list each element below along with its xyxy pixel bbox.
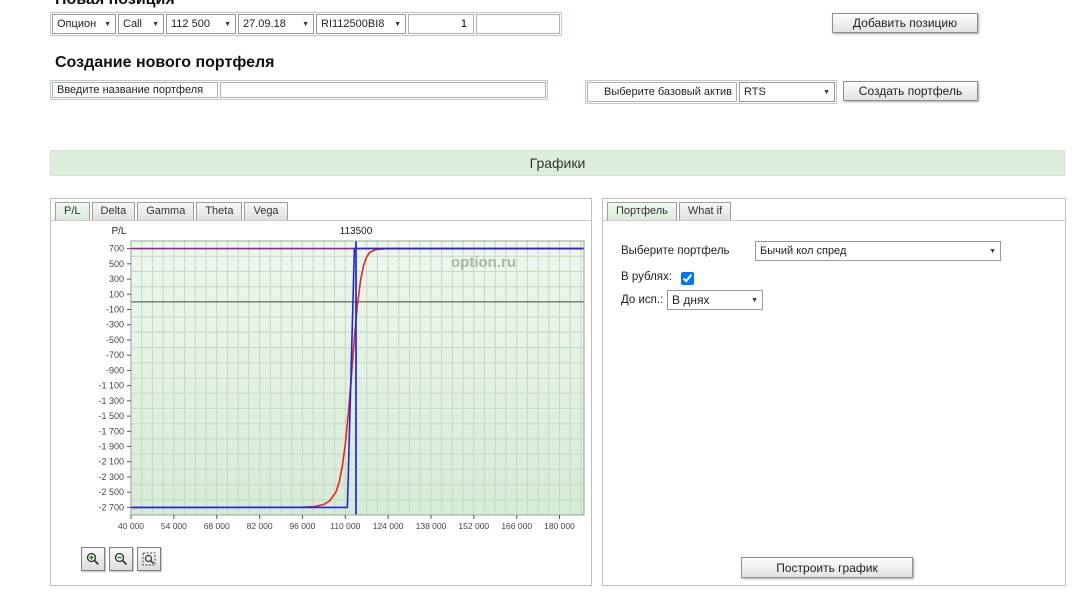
svg-text:68 000: 68 000	[204, 521, 230, 531]
option-code-select[interactable]: RI112500BI8 ▼	[316, 14, 406, 34]
base-asset-label: Выберите базовый актив	[587, 82, 737, 102]
svg-text:700: 700	[109, 244, 124, 254]
svg-text:-100: -100	[106, 305, 124, 315]
charts-section-header: Графики	[50, 150, 1065, 176]
svg-text:152 000: 152 000	[458, 521, 489, 531]
svg-text:-900: -900	[106, 365, 124, 375]
call-put-select[interactable]: Call ▼	[118, 14, 164, 34]
option-type-select[interactable]: Опцион ▼	[52, 14, 116, 34]
svg-text:-2 300: -2 300	[98, 472, 124, 482]
portfolio-name-input[interactable]	[225, 83, 541, 97]
svg-text:-1 700: -1 700	[98, 426, 124, 436]
chevron-down-icon: ▼	[224, 20, 231, 28]
svg-text:-2 500: -2 500	[98, 487, 124, 497]
svg-text:300: 300	[109, 274, 124, 284]
days-select[interactable]: В днях ▼	[667, 290, 763, 310]
chevron-down-icon: ▼	[823, 88, 830, 96]
chevron-down-icon: ▼	[989, 247, 996, 255]
zoom-selection-icon	[142, 552, 156, 566]
zoom-in-button[interactable]	[81, 547, 105, 571]
zoom-toolbar	[81, 547, 161, 571]
portfolio-name-label: Введите название портфеля	[52, 82, 218, 98]
portfolio-tabs: Портфель What if	[603, 199, 1065, 221]
chevron-down-icon: ▼	[751, 296, 758, 304]
svg-text:500: 500	[109, 259, 124, 269]
chevron-down-icon: ▼	[104, 20, 111, 28]
option-code-value: RI112500BI8	[321, 18, 385, 30]
option-type-value: Опцион	[57, 18, 97, 30]
portfolio-name-row: Введите название портфеля	[50, 80, 548, 100]
zoom-selection-button[interactable]	[137, 547, 161, 571]
svg-text:82 000: 82 000	[247, 521, 273, 531]
rubles-label: В рублях:	[621, 271, 672, 283]
svg-text:P/L: P/L	[111, 226, 126, 237]
portfolio-name-cell	[220, 82, 546, 98]
portfolio-select-value: Бычий кол спред	[760, 245, 847, 257]
tab-delta[interactable]: Delta	[91, 202, 136, 220]
pl-chart[interactable]: 700 500 300 100 -100 -300 -500 -700 -900 -1 100 -1…	[53, 221, 590, 541]
svg-text:96 000: 96 000	[289, 521, 315, 531]
portfolio-select[interactable]: Бычий кол спред ▼	[755, 241, 1001, 261]
svg-text:-1 500: -1 500	[98, 411, 124, 421]
svg-text:110 000: 110 000	[330, 521, 360, 531]
zoom-in-icon	[86, 552, 100, 566]
add-position-button[interactable]: Добавить позицию	[832, 13, 978, 33]
svg-text:-1 100: -1 100	[98, 381, 124, 391]
svg-text:100: 100	[109, 289, 124, 299]
chevron-down-icon: ▼	[302, 20, 309, 28]
quantity-input[interactable]	[413, 17, 469, 31]
svg-text:-500: -500	[106, 335, 124, 345]
new-position-title: Новая позиция	[55, 0, 175, 9]
tab-pl[interactable]: P/L	[55, 202, 90, 220]
days-label: До исп.:	[621, 294, 664, 306]
chart-panel: P/L Delta Gamma Theta Vega 700 500 300 100 -…	[50, 198, 592, 586]
svg-text:124 000: 124 000	[373, 521, 404, 531]
svg-text:-2 700: -2 700	[98, 502, 124, 512]
svg-text:-300: -300	[106, 320, 124, 330]
expiry-date-value: 27.09.18	[243, 18, 286, 30]
svg-text:option.ru: option.ru	[451, 254, 516, 271]
tab-gamma[interactable]: Gamma	[137, 202, 195, 220]
tab-portfolio[interactable]: Портфель	[607, 202, 677, 220]
strike-select[interactable]: 112 500 ▼	[166, 14, 236, 34]
svg-text:166 000: 166 000	[501, 521, 532, 531]
svg-text:-2 100: -2 100	[98, 457, 124, 467]
page: Новая позиция Опцион ▼ Call ▼ 112 500 ▼ …	[0, 0, 1080, 597]
expiry-date-select[interactable]: 27.09.18 ▼	[238, 14, 314, 34]
tab-vega[interactable]: Vega	[244, 202, 288, 220]
chart-tabs: P/L Delta Gamma Theta Vega	[51, 199, 591, 221]
base-asset-select[interactable]: RTS ▼	[739, 82, 835, 102]
base-asset-row: Выберите базовый актив RTS ▼	[585, 80, 837, 104]
new-position-row: Опцион ▼ Call ▼ 112 500 ▼ 27.09.18 ▼ RI1…	[50, 12, 562, 36]
create-portfolio-button[interactable]: Создать портфель	[843, 81, 978, 101]
svg-text:40 000: 40 000	[118, 521, 144, 531]
chevron-down-icon: ▼	[394, 20, 401, 28]
tab-theta[interactable]: Theta	[196, 202, 243, 220]
svg-text:-1 900: -1 900	[98, 442, 124, 452]
chevron-down-icon: ▼	[152, 20, 159, 28]
quantity-cell	[408, 14, 474, 34]
portfolio-panel: Портфель What if Выберите портфель Бычий…	[602, 198, 1066, 586]
svg-text:180 000: 180 000	[544, 521, 575, 531]
zoom-out-button[interactable]	[109, 547, 133, 571]
svg-text:-700: -700	[106, 350, 124, 360]
portfolio-select-label: Выберите портфель	[621, 245, 730, 257]
svg-text:-1 300: -1 300	[98, 396, 124, 406]
svg-text:138 000: 138 000	[416, 521, 447, 531]
base-asset-value: RTS	[744, 86, 766, 98]
new-portfolio-title: Создание нового портфеля	[55, 54, 275, 71]
call-put-value: Call	[123, 18, 142, 30]
build-chart-button[interactable]: Построить график	[741, 557, 913, 578]
svg-text:113500: 113500	[340, 226, 373, 237]
days-select-value: В днях	[672, 293, 710, 307]
strike-value: 112 500	[171, 18, 210, 30]
zoom-out-icon	[114, 552, 128, 566]
tab-what-if[interactable]: What if	[678, 202, 732, 220]
empty-cell	[476, 14, 560, 34]
svg-text:54 000: 54 000	[161, 521, 187, 531]
rubles-checkbox[interactable]	[681, 272, 694, 285]
